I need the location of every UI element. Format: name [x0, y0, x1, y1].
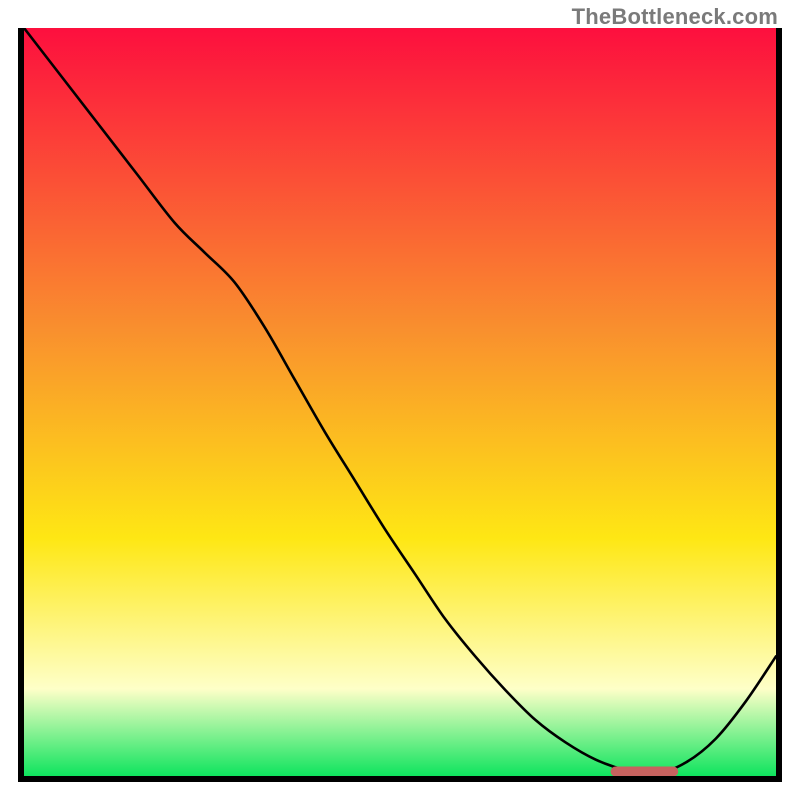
- chart-container: TheBottleneck.com: [0, 0, 800, 800]
- bottleneck-chart: [18, 28, 782, 782]
- plot-background: [21, 28, 779, 779]
- optimal-marker: [611, 767, 679, 777]
- attribution-text: TheBottleneck.com: [572, 4, 778, 30]
